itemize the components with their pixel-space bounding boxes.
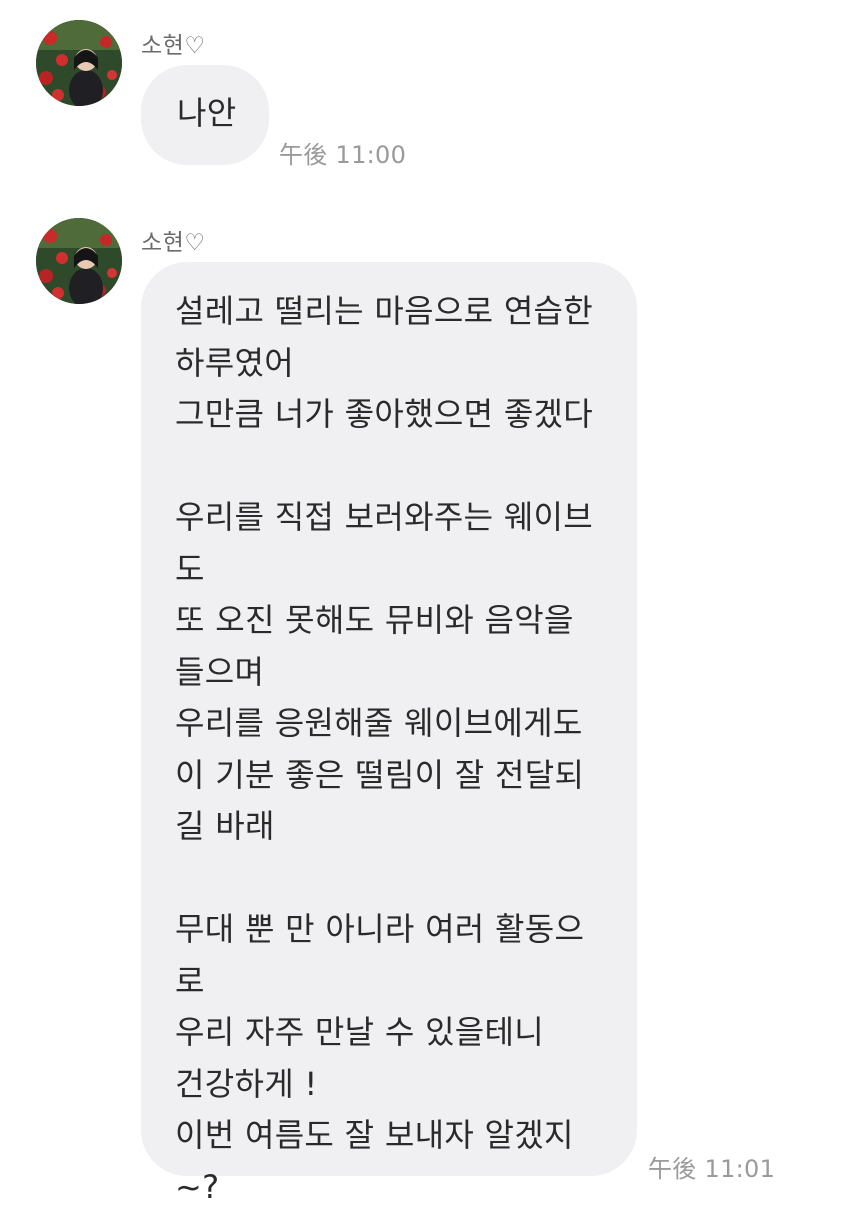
message-bubble[interactable]: 설레고 떨리는 마음으로 연습한 하루였어 그만큼 너가 좋아했으면 좋겠다 우… [141,262,637,1206]
avatar[interactable] [36,20,122,106]
profile-photo-icon [36,218,122,304]
avatar[interactable] [36,218,122,304]
sender-name: 소현♡ [141,33,206,59]
message-text: 설레고 떨리는 마음으로 연습한 하루였어 그만큼 너가 좋아했으면 좋겠다 우… [175,292,594,1206]
message-timestamp: 午後 11:00 [279,141,407,169]
profile-photo-icon [36,20,122,106]
message-group: 소현♡ 설레고 떨리는 마음으로 연습한 하루였어 그만큼 너가 좋아했으면 좋… [0,190,858,1206]
message-text: 나안 [177,94,237,132]
sender-name: 소현♡ [141,230,206,256]
message-group: 소현♡ 나안 午後 11:00 [0,0,858,190]
message-timestamp: 午後 11:01 [648,1155,776,1183]
message-bubble[interactable]: 나안 [141,65,269,165]
